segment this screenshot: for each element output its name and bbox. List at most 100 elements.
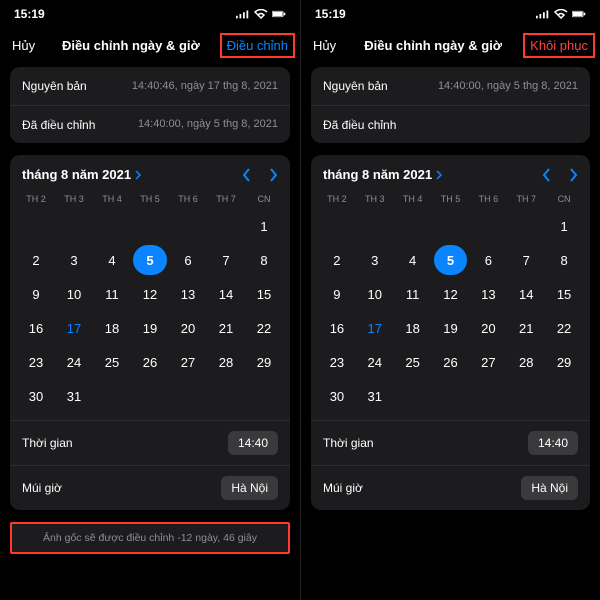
calendar-day[interactable]: 22 — [547, 313, 581, 343]
calendar-day[interactable]: 19 — [133, 313, 167, 343]
calendar-day[interactable]: 7 — [509, 245, 543, 275]
calendar-day[interactable]: 14 — [209, 279, 243, 309]
timezone-row: Múi giờ Hà Nội — [10, 465, 290, 510]
calendar-day[interactable]: 6 — [471, 245, 505, 275]
calendar-day[interactable]: 8 — [247, 245, 281, 275]
battery-icon — [572, 9, 586, 19]
time-picker[interactable]: 14:40 — [228, 431, 278, 455]
calendar-day[interactable]: 11 — [396, 279, 430, 309]
weekday-header: TH 2 — [319, 190, 355, 208]
original-row: Nguyên bản 14:40:46, ngày 17 thg 8, 2021 — [10, 67, 290, 105]
calendar-day[interactable]: 4 — [95, 245, 129, 275]
calendar-day[interactable]: 27 — [171, 347, 205, 377]
calendar-day[interactable]: 27 — [471, 347, 505, 377]
status-bar: 15:19 — [0, 0, 300, 28]
calendar-day[interactable]: 20 — [171, 313, 205, 343]
timezone-label: Múi giờ — [22, 481, 62, 495]
calendar-day[interactable]: 30 — [19, 381, 53, 411]
status-icons — [536, 9, 586, 19]
phone-right: 15:19 Hủy Điều chỉnh ngày & giờ Khôi phụ… — [300, 0, 600, 600]
calendar-day[interactable]: 17 — [57, 313, 91, 343]
calendar-day[interactable]: 31 — [358, 381, 392, 411]
calendar-day[interactable]: 18 — [95, 313, 129, 343]
original-row: Nguyên bản 14:40:00, ngày 5 thg 8, 2021 — [311, 67, 590, 105]
calendar-day[interactable]: 5 — [133, 245, 167, 275]
cancel-button[interactable]: Hủy — [12, 38, 35, 53]
calendar-day[interactable]: 9 — [19, 279, 53, 309]
calendar-day[interactable]: 12 — [133, 279, 167, 309]
calendar-day[interactable]: 13 — [471, 279, 505, 309]
calendar-day[interactable]: 23 — [320, 347, 354, 377]
calendar-day[interactable]: 24 — [358, 347, 392, 377]
picker-header: tháng 8 năm 2021 — [311, 155, 590, 190]
calendar-day[interactable]: 24 — [57, 347, 91, 377]
month-label: tháng 8 năm 2021 — [22, 167, 131, 182]
calendar-day[interactable]: 14 — [509, 279, 543, 309]
original-value: 14:40:00, ngày 5 thg 8, 2021 — [438, 79, 578, 93]
weekday-header: TH 6 — [170, 190, 206, 208]
calendar-day[interactable]: 31 — [57, 381, 91, 411]
adjust-button[interactable]: Điều chỉnh — [220, 33, 295, 58]
calendar-day[interactable]: 18 — [396, 313, 430, 343]
calendar-day[interactable]: 16 — [19, 313, 53, 343]
month-picker[interactable]: tháng 8 năm 2021 — [22, 167, 142, 182]
calendar-day[interactable]: 12 — [434, 279, 468, 309]
calendar-day[interactable]: 2 — [19, 245, 53, 275]
calendar-day[interactable]: 21 — [509, 313, 543, 343]
calendar-day[interactable]: 29 — [247, 347, 281, 377]
adjusted-label: Đã điều chỉnh — [323, 118, 396, 132]
next-month-button[interactable] — [269, 168, 278, 182]
calendar-day[interactable]: 8 — [547, 245, 581, 275]
calendar-day[interactable]: 25 — [396, 347, 430, 377]
month-nav — [542, 168, 578, 182]
calendar-day[interactable]: 28 — [209, 347, 243, 377]
calendar-day[interactable]: 1 — [247, 211, 281, 241]
calendar-day[interactable]: 17 — [358, 313, 392, 343]
calendar-grid: TH 2TH 3TH 4TH 5TH 6TH 7CN12345678910111… — [10, 190, 290, 420]
calendar-day[interactable]: 26 — [434, 347, 468, 377]
calendar-day[interactable]: 4 — [396, 245, 430, 275]
calendar-day[interactable]: 30 — [320, 381, 354, 411]
calendar-day[interactable]: 25 — [95, 347, 129, 377]
next-month-button[interactable] — [569, 168, 578, 182]
calendar-grid: TH 2TH 3TH 4TH 5TH 6TH 7CN12345678910111… — [311, 190, 590, 420]
calendar-day[interactable]: 19 — [434, 313, 468, 343]
time-picker[interactable]: 14:40 — [528, 431, 578, 455]
month-picker[interactable]: tháng 8 năm 2021 — [323, 167, 443, 182]
cancel-button[interactable]: Hủy — [313, 38, 336, 53]
battery-icon — [272, 9, 286, 19]
calendar-card: tháng 8 năm 2021 TH 2TH 3TH 4TH 5TH 6TH … — [10, 155, 290, 510]
calendar-day[interactable]: 3 — [358, 245, 392, 275]
calendar-day[interactable]: 10 — [57, 279, 91, 309]
calendar-day[interactable]: 3 — [57, 245, 91, 275]
calendar-day[interactable]: 29 — [547, 347, 581, 377]
calendar-day[interactable]: 22 — [247, 313, 281, 343]
calendar-day[interactable]: 1 — [547, 211, 581, 241]
prev-month-button[interactable] — [542, 168, 551, 182]
calendar-day[interactable]: 26 — [133, 347, 167, 377]
timezone-picker[interactable]: Hà Nội — [521, 476, 578, 500]
weekday-header: TH 4 — [395, 190, 431, 208]
calendar-day[interactable]: 16 — [320, 313, 354, 343]
calendar-day[interactable]: 13 — [171, 279, 205, 309]
calendar-day[interactable]: 21 — [209, 313, 243, 343]
calendar-day[interactable]: 15 — [547, 279, 581, 309]
month-nav — [242, 168, 278, 182]
topbar: Hủy Điều chỉnh ngày & giờ Khôi phục — [301, 28, 600, 67]
calendar-day[interactable]: 28 — [509, 347, 543, 377]
timezone-picker[interactable]: Hà Nội — [221, 476, 278, 500]
calendar-day[interactable]: 2 — [320, 245, 354, 275]
prev-month-button[interactable] — [242, 168, 251, 182]
calendar-day[interactable]: 6 — [171, 245, 205, 275]
chevron-right-icon — [436, 170, 443, 180]
restore-button[interactable]: Khôi phục — [523, 33, 595, 58]
calendar-day[interactable]: 11 — [95, 279, 129, 309]
calendar-day[interactable]: 5 — [434, 245, 468, 275]
calendar-day[interactable]: 23 — [19, 347, 53, 377]
calendar-day[interactable]: 9 — [320, 279, 354, 309]
calendar-day[interactable]: 7 — [209, 245, 243, 275]
calendar-card: tháng 8 năm 2021 TH 2TH 3TH 4TH 5TH 6TH … — [311, 155, 590, 510]
calendar-day[interactable]: 20 — [471, 313, 505, 343]
calendar-day[interactable]: 10 — [358, 279, 392, 309]
calendar-day[interactable]: 15 — [247, 279, 281, 309]
